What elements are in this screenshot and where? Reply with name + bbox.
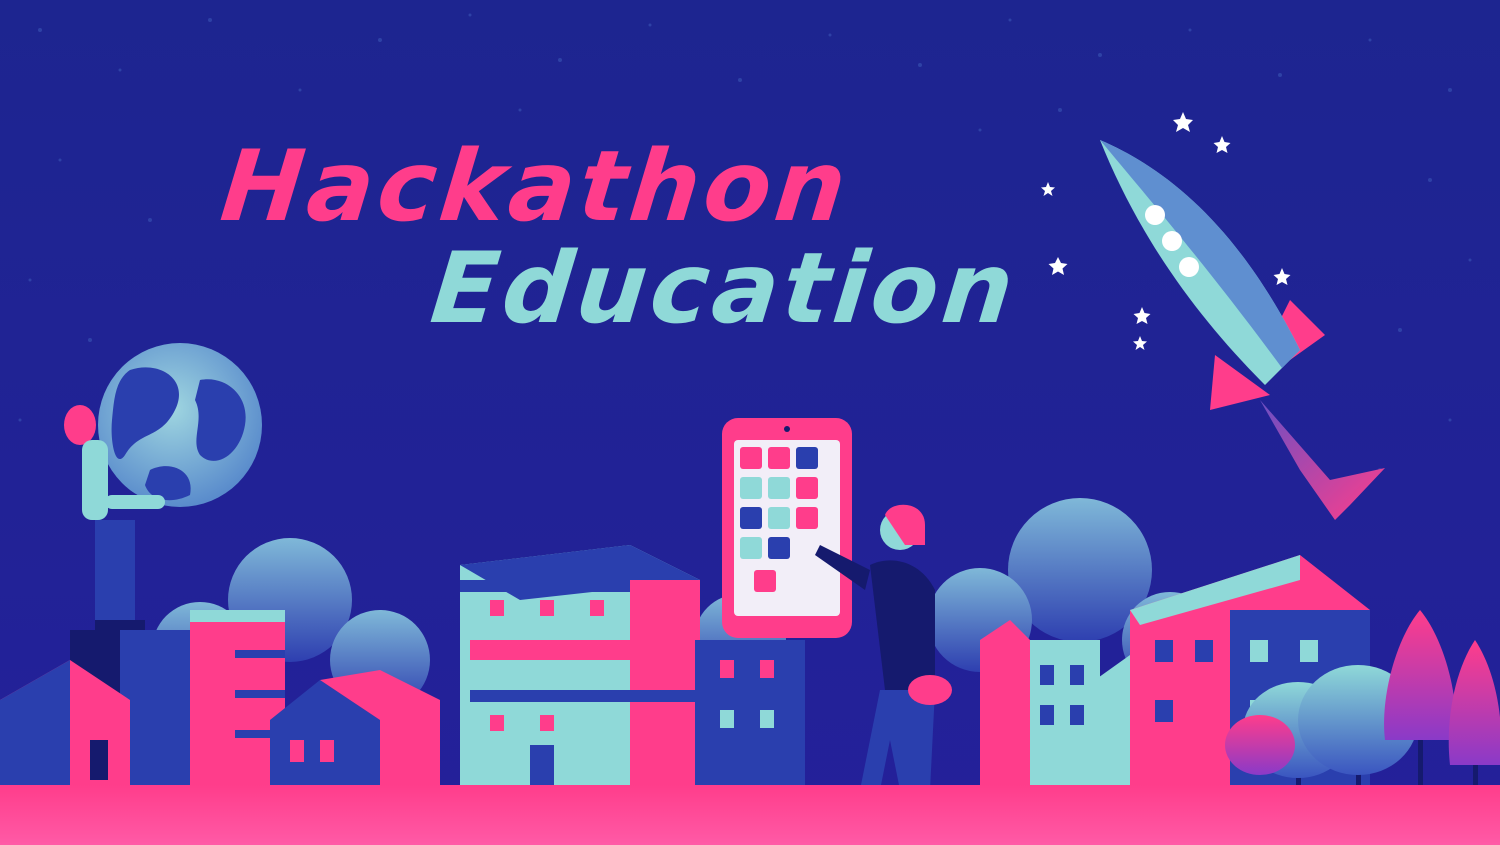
title-line-hackathon: Hackathon [216, 130, 856, 244]
globe-icon [98, 343, 262, 507]
ground [0, 785, 1500, 845]
title-line-education: Education [426, 232, 1023, 346]
smartphone-icon [722, 418, 852, 638]
scene-illustration [0, 0, 1500, 845]
hackathon-banner: Hackathon Education [0, 0, 1500, 845]
